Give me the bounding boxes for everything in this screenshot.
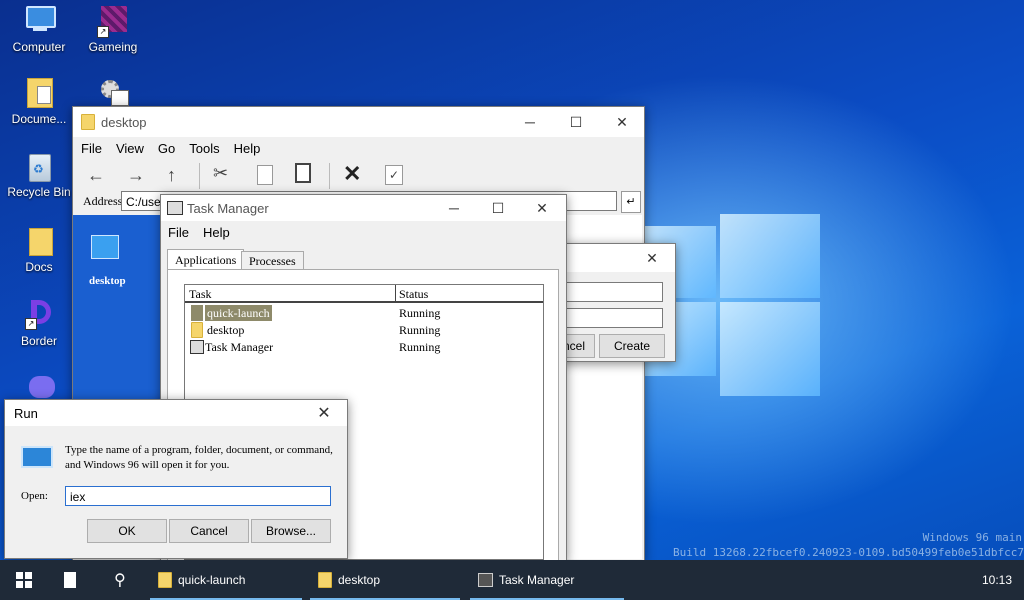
maximize-button[interactable]: ☐ <box>475 195 521 221</box>
desktop-icon-computer[interactable]: Computer <box>4 4 74 54</box>
properties-icon[interactable]: ✓ <box>385 165 403 185</box>
run-titlebar[interactable]: Run ✕ <box>5 400 347 426</box>
build-watermark: Windows 96 main Build 13268.22fbcef0.240… <box>673 531 1024 559</box>
desktop-monitor-icon <box>91 235 119 259</box>
taskbar-item-desktop[interactable]: desktop <box>310 560 460 600</box>
copy-icon[interactable] <box>257 165 273 185</box>
table-row[interactable]: quick-launch Running <box>189 305 539 321</box>
task-manager-icon <box>478 573 493 587</box>
close-button[interactable]: ✕ <box>629 244 675 272</box>
delete-icon[interactable]: ✕ <box>343 161 361 187</box>
folder-icon <box>158 572 172 588</box>
address-label: Address <box>83 194 123 208</box>
sidebar-location-label: desktop <box>89 275 126 287</box>
taskbar-item-task-manager[interactable]: Task Manager <box>470 560 624 600</box>
desktop-icon-documents[interactable]: Docume... <box>4 76 74 126</box>
taskbar-item-quick-launch[interactable]: quick-launch <box>150 560 302 600</box>
cancel-button[interactable]: Cancel <box>169 519 249 543</box>
paste-icon[interactable] <box>295 163 311 183</box>
close-button[interactable]: ✕ <box>519 195 565 221</box>
task-manager-icon <box>167 201 183 215</box>
run-icon <box>21 446 53 468</box>
taskbar: ⚲ quick-launch desktop Task Manager 10:1… <box>0 560 1024 600</box>
forward-arrow-icon[interactable]: → <box>127 165 145 186</box>
windows-start-icon <box>16 572 32 588</box>
game-cube-icon: ↗ <box>97 4 129 38</box>
quick-launch-document[interactable] <box>56 560 84 600</box>
explorer-titlebar[interactable]: desktop ─ ☐ ✕ <box>73 107 644 137</box>
tab-processes[interactable]: Processes <box>241 251 304 271</box>
task-manager-title: Task Manager <box>187 200 269 216</box>
browse-button[interactable]: Browse... <box>251 519 331 543</box>
toolbar-divider <box>199 163 200 189</box>
desktop-icon-border[interactable]: ↗ Border <box>4 298 74 348</box>
search-button[interactable]: ⚲ <box>100 560 140 600</box>
menu-help[interactable]: Help <box>234 141 261 156</box>
cut-icon[interactable]: ✂ <box>213 163 228 184</box>
go-arrow-icon[interactable]: ↵ <box>621 191 641 213</box>
open-label: Open: <box>21 490 48 502</box>
toolbar-divider <box>329 163 330 189</box>
explorer-title: desktop <box>101 114 147 130</box>
maximize-button[interactable]: ☐ <box>553 107 599 137</box>
column-task[interactable]: Task <box>189 287 212 302</box>
desktop-icon-recycle-bin[interactable]: ♻ Recycle Bin <box>4 150 74 198</box>
start-button[interactable] <box>0 560 48 600</box>
run-dialog: Run ✕ Type the name of a program, folder… <box>4 399 348 559</box>
menu-go[interactable]: Go <box>158 141 175 156</box>
computer-icon <box>23 4 56 36</box>
table-row[interactable]: desktop Running <box>189 322 539 338</box>
task-manager-titlebar[interactable]: Task Manager ─ ☐ ✕ <box>161 195 566 221</box>
task-manager-menubar: File Help <box>161 221 566 244</box>
border-app-icon: ↗ <box>23 298 55 330</box>
close-button[interactable]: ✕ <box>301 400 347 426</box>
document-icon <box>64 572 76 588</box>
close-button[interactable]: ✕ <box>599 107 645 137</box>
dialog-field-1[interactable] <box>561 282 663 302</box>
document-folder-icon <box>23 76 55 108</box>
explorer-toolbar: ← → ↑ ✂ ✕ ✓ <box>73 159 642 193</box>
dialog-field-2[interactable] <box>561 308 663 328</box>
minimize-button[interactable]: ─ <box>507 107 553 137</box>
menu-help[interactable]: Help <box>203 225 230 240</box>
folder-icon <box>23 224 55 256</box>
settings-gear-icon <box>97 76 129 108</box>
desktop-icon-gameing[interactable]: ↗ Gameing <box>78 4 148 54</box>
task-list-header: Task Status <box>185 285 543 303</box>
up-arrow-icon[interactable]: ↑ <box>167 165 176 186</box>
open-input[interactable]: iex <box>65 486 331 506</box>
menu-file[interactable]: File <box>168 225 189 240</box>
tab-applications[interactable]: Applications <box>167 249 245 270</box>
folder-icon <box>191 322 203 338</box>
menu-tools[interactable]: Tools <box>189 141 219 156</box>
task-manager-icon <box>190 340 204 354</box>
menu-file[interactable]: File <box>81 141 102 156</box>
clock[interactable]: 10:13 <box>970 560 1024 600</box>
desktop-icon-docs[interactable]: Docs <box>4 224 74 274</box>
explorer-menubar: File View Go Tools Help <box>73 137 644 160</box>
minimize-button[interactable]: ─ <box>431 195 477 221</box>
create-button[interactable]: Create <box>599 334 665 358</box>
column-status[interactable]: Status <box>399 287 428 302</box>
background-dialog: ✕ ncel Create <box>553 243 676 362</box>
ok-button[interactable]: OK <box>87 519 167 543</box>
folder-icon <box>81 114 95 130</box>
run-description: Type the name of a program, folder, docu… <box>65 444 333 471</box>
menu-view[interactable]: View <box>116 141 144 156</box>
table-row[interactable]: Task Manager Running <box>189 339 539 355</box>
recycle-bin-icon: ♻ <box>23 150 55 182</box>
back-arrow-icon[interactable]: ← <box>87 165 105 186</box>
run-title: Run <box>14 405 38 421</box>
search-icon: ⚲ <box>114 572 126 589</box>
folder-icon <box>318 572 332 588</box>
folder-icon <box>191 305 203 321</box>
